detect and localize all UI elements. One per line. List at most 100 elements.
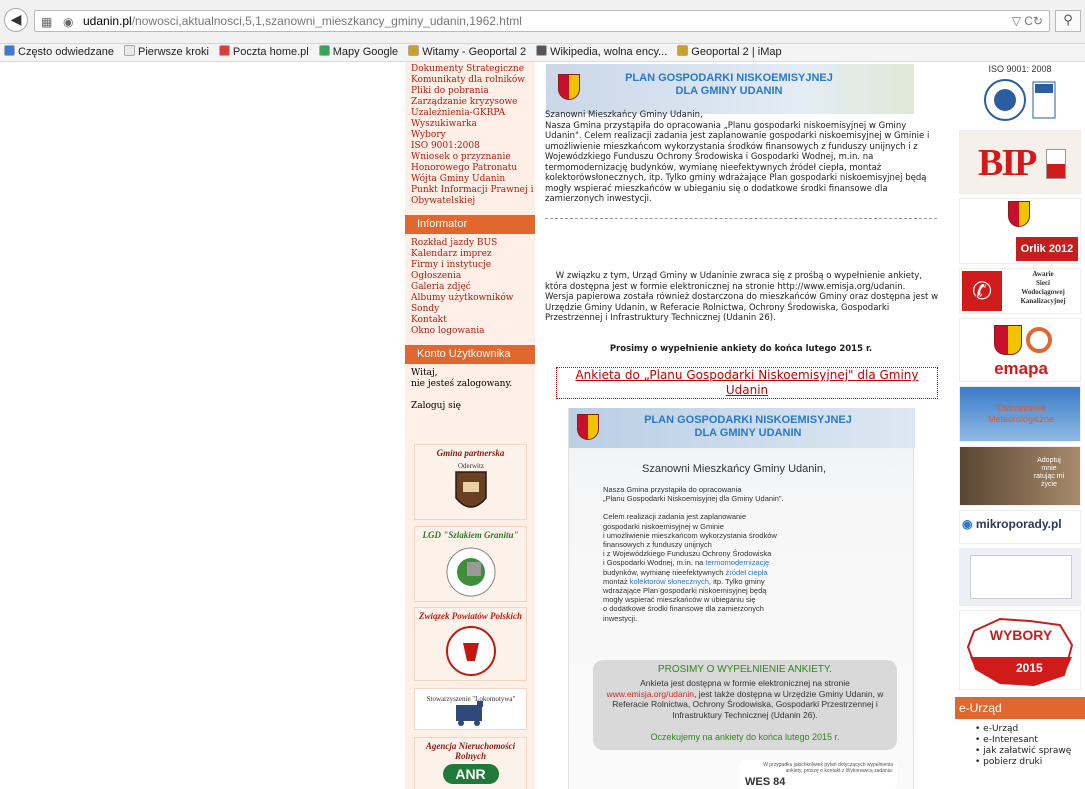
left-sidebar: Dokumenty Strategiczne Komunikaty dla rol… (405, 62, 535, 789)
bookmark-item[interactable]: Mapy Google (318, 44, 398, 61)
poster-line: budynków, wymianę nieefektywnych źródeł … (603, 568, 768, 577)
partner-zpp[interactable]: Związek Powiatów Polskich (414, 607, 527, 681)
back-button[interactable]: ◀ (4, 8, 28, 32)
informator-link[interactable]: Firmy i instytucje (405, 260, 535, 271)
menu-link[interactable]: Wniosek o przyznanie (405, 152, 535, 163)
wybory-link[interactable]: WYBORY 2015 (959, 610, 1081, 690)
adopt-link[interactable]: Adoptuj mnie ratując mi życie (959, 446, 1081, 506)
menu-link[interactable]: Uzależnienia-GKRPA (405, 108, 535, 119)
reload-icon[interactable]: ▽ C↻ (1012, 11, 1043, 31)
login-link[interactable]: Zaloguj się (405, 401, 535, 412)
menu-link[interactable]: Pliki do pobrania (405, 86, 535, 97)
anr-logo: ANR (442, 764, 499, 784)
poster-line: finansowych z funduszy unijnych (603, 540, 712, 549)
informator-link[interactable]: Kontakt (405, 315, 535, 326)
web-page: Dokumenty Strategiczne Komunikaty dla rol… (0, 62, 1085, 789)
poster-link[interactable]: źródeł ciepła (726, 568, 768, 577)
informator-link[interactable]: Kalendarz imprez (405, 249, 535, 260)
eurzad-item[interactable]: jak załatwić sprawę (975, 746, 1071, 757)
informator-link[interactable]: Galeria zdjęć (405, 282, 535, 293)
poland-map-icon (966, 617, 1074, 687)
address-bar[interactable]: ▦ ◉ udanin.pl/nowosci,aktualnosci,5,1,sz… (34, 10, 1050, 32)
partner-oderwitz[interactable]: Gmina partnerska Oderwitz (414, 444, 527, 520)
lgd-logo-icon (446, 547, 495, 597)
poster-line: o dodatkowe środki finansowe dla zamierz… (603, 604, 764, 614)
bookmark-item[interactable]: Pierwsze kroki (124, 44, 209, 61)
poster-link[interactable] (959, 548, 1081, 606)
bookmarks-bar: Często odwiedzane Pierwsze kroki Poczta ho… (0, 44, 1085, 62)
informator-link[interactable]: Albumy użytkowników (405, 293, 535, 304)
bookmark-icon (318, 45, 330, 56)
info-icon: ◉ (962, 517, 973, 531)
poster-banner: PLAN GOSPODARKI NISKOEMISYJNEJ DLA GMINY… (569, 408, 915, 448)
welcome-text: Witaj, (411, 368, 438, 378)
menu-link[interactable]: Zarządzanie kryzysowe (405, 97, 535, 108)
partner-title: LGD "Szlakiem Granitu" (422, 530, 519, 540)
survey-link[interactable]: Ankieta do „Planu Gospodarki Niskoemisyj… (556, 367, 938, 399)
bookmark-label: Często odwiedzane (18, 46, 115, 58)
orlik-link[interactable]: Orlik 2012 (959, 198, 1081, 264)
informator-link[interactable]: Sondy (405, 304, 535, 315)
menu-link[interactable]: Komunikaty dla rolników (405, 75, 535, 86)
informator-link[interactable]: Rozkład jazdy BUS (405, 238, 535, 249)
iso-badge[interactable]: ISO 9001: 2008 (959, 62, 1081, 126)
informator-link[interactable]: Ogłoszenia (405, 271, 535, 282)
iso-cert-icon (984, 79, 1056, 121)
menu-link[interactable]: Dokumenty Strategiczne (405, 64, 535, 75)
oderwitz-crest-icon: Oderwitz (454, 462, 487, 508)
poster-image: PLAN GOSPODARKI NISKOEMISYJNEJ DLA GMINY… (568, 408, 915, 789)
poster-link[interactable]: termomodernizację (705, 558, 769, 567)
main-content: PLAN GOSPODARKI NISKOEMISYJNEJ DLA GMINY… (541, 62, 941, 789)
ostrzezenia-link[interactable]: Ostrzeżenia Meteorologiczne (959, 386, 1081, 442)
survey-box-text: Ankieta jest dostępna w formie elektroni… (606, 678, 884, 720)
bookmark-label: Poczta home.pl (232, 46, 309, 58)
poster-greeting: Szanowni Mieszkańcy Gminy Udanin, (641, 463, 827, 475)
eurzad-item[interactable]: e-Urząd (975, 724, 1071, 735)
partner-lgd[interactable]: LGD "Szlakiem Granitu" (414, 526, 527, 602)
wes-note: W przypadku jakichkolwiek pytań dotycząc… (763, 762, 893, 774)
bookmark-label: Wikipedia, wolna ency... (550, 46, 668, 58)
menu-link[interactable]: Wójta Gminy Udanin (405, 174, 535, 185)
orlik-logo: Orlik 2012 (1016, 237, 1078, 261)
menu-links-top: Dokumenty Strategiczne Komunikaty dla rol… (405, 62, 535, 207)
bookmark-item[interactable]: Poczta home.pl (218, 44, 309, 61)
poster-crest-icon (577, 414, 599, 440)
menu-link[interactable]: ISO 9001:2008 (405, 141, 535, 152)
page-icon: ▦ (41, 15, 53, 29)
awarie-link[interactable]: ✆ Awarie Sieci Wodociągowej Kanalizacyjn… (959, 268, 1081, 314)
mikroporady-link[interactable]: ◉ mikroporady.pl (959, 510, 1081, 544)
poster-link[interactable]: kolektorów słonecznych (630, 577, 709, 586)
search-icon[interactable]: ⚲ (1055, 10, 1081, 32)
partner-lokomotywa[interactable]: Stowarzyszenie "Lokomotywa" (414, 688, 527, 730)
bookmark-item[interactable]: Często odwiedzane (4, 44, 114, 61)
deadline-text: Prosimy o wypełnienie ankiety do końca l… (609, 344, 873, 354)
bookmark-item[interactable]: Geoportal 2 | iMap (677, 44, 782, 61)
menu-link[interactable]: Wybory (405, 130, 535, 141)
partner-anr[interactable]: Agencja Nieruchomości Rolnych ANR (414, 737, 527, 789)
bookmark-item[interactable]: Wikipedia, wolna ency... (536, 44, 667, 61)
emisja-link[interactable]: www.emisja.org/udanin (607, 689, 694, 699)
banner-title: PLAN GOSPODARKI NISKOEMISYJNEJ DLA GMINY… (625, 72, 833, 97)
right-sidebar: ISO 9001: 2008 BIP Orlik 2012 ✆ Awarie S… (955, 62, 1085, 789)
survey-box-footer: Oczekujemy na ankiety do końca lutego 20… (650, 732, 840, 742)
bookmark-label: Pierwsze kroki (138, 46, 209, 58)
poster-line: i umożliwienie mieszkańcom wykorzystania… (603, 530, 777, 540)
ostrzezenia-label: Ostrzeżenia Meteorologiczne (987, 403, 1055, 424)
partner-title: Gmina partnerska (436, 448, 505, 458)
menu-link[interactable]: Obywatelskiej (405, 196, 535, 207)
mikroporady-logo: ◉ mikroporady.pl (962, 517, 1062, 531)
menu-link[interactable]: Wyszukiwarka (405, 119, 535, 130)
wybory-year: 2015 (1016, 661, 1043, 675)
informator-link[interactable]: Okno logowania (405, 326, 535, 337)
bip-link[interactable]: BIP (959, 130, 1081, 194)
emapa-crest-icon (994, 325, 1022, 355)
emapa-link[interactable]: emapa (959, 318, 1081, 382)
not-logged-text: nie jesteś zalogowany. (411, 379, 513, 389)
eurzad-item[interactable]: pobierz druki (975, 757, 1071, 768)
menu-link[interactable]: Punkt Informacji Prawnej i (405, 185, 535, 196)
informator-links: Rozkład jazdy BUS Kalendarz imprez Firmy i… (405, 238, 535, 337)
iso-label: ISO 9001: 2008 (988, 64, 1052, 74)
menu-link[interactable]: Honorowego Patronatu (405, 163, 535, 174)
eurzad-item[interactable]: e-Interesant (975, 735, 1071, 746)
bookmark-item[interactable]: Witamy - Geoportal 2 (408, 44, 526, 61)
